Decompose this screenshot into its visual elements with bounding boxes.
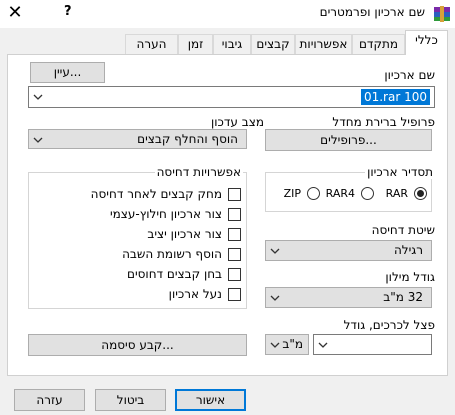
archive-name-value: 01.rar 100 bbox=[360, 89, 430, 105]
dictionary-size-value: 32 מ"ב bbox=[383, 290, 423, 304]
profile-label: פרופיל ברירת מחדל bbox=[332, 115, 435, 129]
ok-button[interactable]: אישור bbox=[175, 389, 246, 411]
browse-button[interactable]: עיין... bbox=[30, 62, 105, 83]
radio-rar4[interactable]: RAR4 bbox=[324, 187, 374, 201]
tab-label: מתקדם bbox=[358, 37, 399, 51]
checkbox-label: הוסף רשומת השבה bbox=[122, 247, 222, 261]
compression-method-dropdown[interactable]: רגילה bbox=[265, 240, 432, 261]
chevron-down-icon bbox=[270, 246, 280, 256]
chevron-down-icon bbox=[270, 340, 280, 350]
dictionary-size-label: גודל מילון bbox=[385, 270, 435, 284]
checkbox[interactable] bbox=[228, 288, 241, 301]
tab-options[interactable]: אפשרויות bbox=[295, 34, 352, 54]
checkbox-label: מחק קבצים לאחר דחיסה bbox=[90, 187, 222, 201]
winrar-icon bbox=[433, 5, 451, 23]
chevron-down-icon[interactable] bbox=[318, 340, 328, 350]
archive-name-combo[interactable]: 01.rar 100 bbox=[28, 86, 435, 108]
dictionary-size-dropdown[interactable]: 32 מ"ב bbox=[265, 287, 432, 308]
split-unit-dropdown[interactable]: מ"ב bbox=[265, 334, 309, 355]
split-volumes-combo[interactable] bbox=[313, 334, 432, 355]
compression-options-label: אפשרויות דחיסה bbox=[154, 165, 243, 179]
set-password-button[interactable]: קבע סיסמה... bbox=[28, 334, 247, 356]
chevron-down-icon[interactable] bbox=[33, 92, 43, 102]
checkbox[interactable] bbox=[228, 188, 241, 201]
tab-general[interactable]: כללי bbox=[405, 30, 448, 55]
tab-advanced[interactable]: מתקדם bbox=[352, 34, 405, 54]
checkbox[interactable] bbox=[228, 248, 241, 261]
close-button[interactable]: ✕ bbox=[5, 2, 25, 23]
tab-label: גיבוי bbox=[221, 37, 243, 51]
tab-label: זמן bbox=[187, 37, 204, 51]
split-volumes-label: פצל לכרכים, גודל bbox=[343, 318, 435, 332]
tab-label: אפשרויות bbox=[299, 37, 348, 51]
radio-zip[interactable]: ZIP bbox=[280, 187, 320, 201]
tab-label: קבצים bbox=[256, 37, 290, 51]
radio-button[interactable] bbox=[361, 187, 374, 200]
radio-rar[interactable]: RAR bbox=[381, 187, 427, 201]
radio-button[interactable] bbox=[414, 187, 427, 200]
cancel-button[interactable]: ביטול bbox=[95, 389, 166, 411]
help-button[interactable]: עזרה bbox=[14, 389, 85, 411]
checkbox-label: נעל ארכיון bbox=[168, 287, 222, 301]
radio-label: RAR bbox=[385, 187, 408, 200]
checkbox[interactable] bbox=[228, 208, 241, 221]
tab-label: כללי bbox=[415, 33, 438, 47]
tab-files[interactable]: קבצים bbox=[251, 34, 295, 54]
archive-format-label: תסדיר ארכיון bbox=[365, 165, 435, 179]
profiles-button[interactable]: פרופילים... bbox=[265, 129, 432, 151]
update-mode-label: מצב עדכון bbox=[211, 115, 264, 129]
tab-time[interactable]: זמן bbox=[178, 34, 213, 54]
checkbox-sfx[interactable]: צור ארכיון חילוץ-עצמי bbox=[110, 207, 241, 221]
title-bar: ✕ ? שם ארכיון ופרמטרים bbox=[0, 0, 455, 28]
tab-comment[interactable]: הערה bbox=[125, 34, 178, 54]
radio-label: ZIP bbox=[283, 187, 301, 200]
checkbox[interactable] bbox=[228, 268, 241, 281]
checkbox-label: בחן קבצים דחוסים bbox=[127, 267, 222, 281]
chevron-down-icon bbox=[33, 135, 43, 145]
compression-method-value: רגילה bbox=[393, 243, 423, 257]
update-mode-value: הוסף והחלף קבצים bbox=[137, 132, 238, 146]
checkbox-solid[interactable]: צור ארכיון יציב bbox=[121, 227, 241, 241]
checkbox-label: צור ארכיון חילוץ-עצמי bbox=[109, 207, 222, 221]
checkbox-label: צור ארכיון יציב bbox=[147, 227, 222, 241]
update-mode-dropdown[interactable]: הוסף והחלף קבצים bbox=[28, 129, 247, 149]
checkbox-test-files[interactable]: בחן קבצים דחוסים bbox=[121, 267, 241, 281]
checkbox-delete-after[interactable]: מחק קבצים לאחר דחיסה bbox=[91, 187, 241, 201]
help-title-button[interactable]: ? bbox=[64, 4, 72, 19]
checkbox-recovery-record[interactable]: הוסף רשומת השבה bbox=[121, 247, 241, 261]
compression-method-label: שיטת דחיסה bbox=[371, 223, 435, 237]
tab-backup[interactable]: גיבוי bbox=[213, 34, 251, 54]
archive-dialog: ✕ ? שם ארכיון ופרמטרים כללי מתקדם אפשרוי… bbox=[0, 0, 455, 415]
checkbox[interactable] bbox=[228, 228, 241, 241]
checkbox-lock-archive[interactable]: נעל ארכיון bbox=[121, 287, 241, 301]
chevron-down-icon bbox=[270, 293, 280, 303]
archive-name-label: שם ארכיון bbox=[384, 68, 435, 82]
tab-label: הערה bbox=[136, 37, 167, 51]
radio-label: RAR4 bbox=[325, 187, 355, 200]
split-unit-value: מ"ב bbox=[282, 337, 303, 351]
radio-button[interactable] bbox=[307, 187, 320, 200]
window-title: שם ארכיון ופרמטרים bbox=[319, 5, 425, 19]
